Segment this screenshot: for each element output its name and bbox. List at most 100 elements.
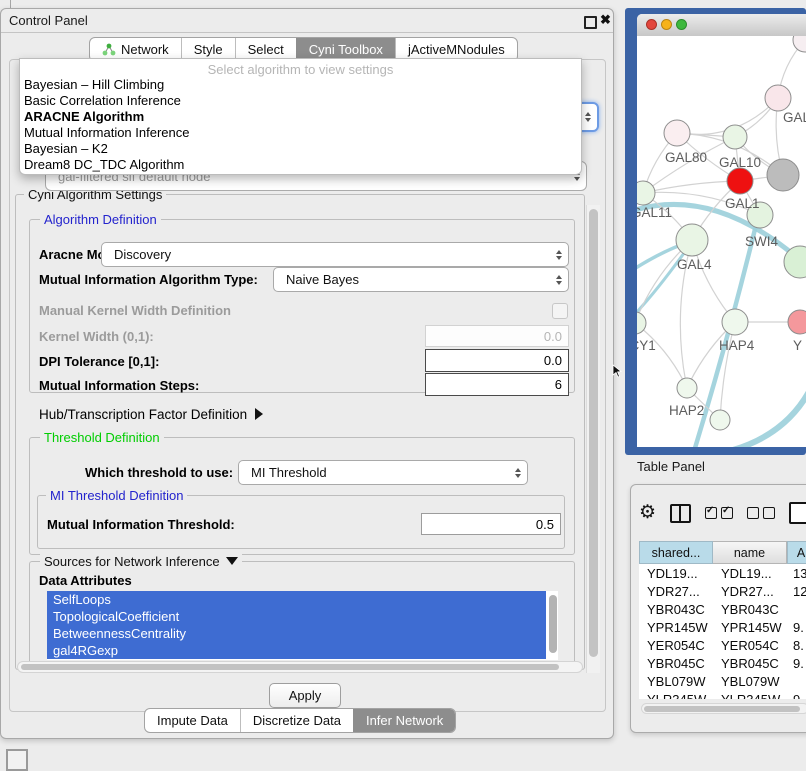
document-icon[interactable] (789, 502, 806, 524)
table-horizontal-scrollbar[interactable] (641, 703, 806, 714)
mi-threshold-field[interactable]: 0.5 (421, 513, 561, 535)
algorithm-option[interactable]: Bayesian – Hill Climbing (20, 77, 581, 93)
table-row[interactable]: YBL079WYBL079W (639, 672, 806, 690)
table-cell: YDL19... (713, 566, 787, 581)
gear-icon[interactable]: ⚙ (639, 503, 656, 523)
table-row[interactable]: YBR043CYBR043C (639, 600, 806, 618)
tab-impute-data[interactable]: Impute Data (145, 709, 240, 732)
algorithm-option[interactable]: Bayesian – K2 (20, 141, 581, 157)
column-header-shared-name[interactable]: shared... (639, 541, 713, 564)
table-toolbar: ⚙ (639, 501, 806, 525)
algorithm-option[interactable]: Dream8 DC_TDC Algorithm (20, 157, 581, 173)
tab-discretize-data[interactable]: Discretize Data (240, 709, 353, 732)
zoom-traffic-light-icon[interactable] (676, 19, 687, 30)
sources-group-title[interactable]: Sources for Network Inference (40, 554, 242, 569)
table-cell: YBL079W (713, 674, 787, 689)
network-node-label: GAL80 (665, 150, 707, 165)
table-row[interactable]: YDL19...YDL19...13 (639, 564, 806, 582)
column-header-partial[interactable]: A (787, 541, 806, 564)
attribute-item[interactable]: TopologicalCoefficient (47, 608, 546, 625)
settings-vertical-scrollbar[interactable] (586, 205, 600, 673)
kernel-width-field[interactable]: 0.0 (425, 325, 569, 347)
network-node-label: GCY1 (637, 338, 656, 353)
algorithm-option[interactable]: Mutual Information Inference (20, 125, 581, 141)
table-row[interactable]: YBR045CYBR045C9. (639, 654, 806, 672)
network-edge[interactable] (637, 323, 687, 388)
network-node[interactable] (723, 125, 747, 149)
tab-infer-network[interactable]: Infer Network (353, 709, 455, 732)
combo-stepper-icon (515, 468, 521, 478)
table-cell: YLR345W (639, 692, 713, 700)
dpi-tolerance-field[interactable]: 0.0 (425, 349, 569, 372)
table-cell: YER054C (639, 638, 713, 653)
which-threshold-label: Which threshold to use: (85, 465, 233, 480)
mi-type-label: Mutual Information Algorithm Type: (39, 272, 258, 287)
close-traffic-light-icon[interactable] (646, 19, 657, 30)
attribute-item[interactable]: BetweennessCentrality (47, 625, 546, 642)
network-window-titlebar[interactable] (637, 14, 806, 37)
aracne-mode-combo[interactable]: Discovery (101, 242, 569, 267)
group-title: MI Threshold Definition (46, 488, 187, 503)
network-node[interactable] (664, 120, 690, 146)
scrollbar-thumb[interactable] (644, 706, 800, 712)
table-cell: 8. (787, 638, 806, 653)
network-canvas[interactable]: GALGAL80GAL10GAL1GAL11SWI4GAL4GCY1HAP4YH… (637, 36, 806, 447)
scrollbar-thumb[interactable] (589, 209, 598, 657)
table-cell: YPR145W (713, 620, 787, 635)
hub-definition-toggle[interactable]: Hub/Transcription Factor Definition (39, 407, 263, 422)
algorithm-option-selected[interactable]: ARACNE Algorithm (20, 109, 581, 125)
network-node[interactable] (722, 309, 748, 335)
table-row[interactable]: YER054CYER054C8. (639, 636, 806, 654)
table-row[interactable]: YPR145WYPR145W9. (639, 618, 806, 636)
collapsed-arrow-icon (255, 408, 263, 420)
minimize-traffic-light-icon[interactable] (661, 19, 672, 30)
which-threshold-combo[interactable]: MI Threshold (238, 460, 528, 485)
table-body: YDL19...YDL19...13YDR27...YDR27...12YBR0… (639, 564, 806, 699)
bottom-tab-bar: Impute Data Discretize Data Infer Networ… (144, 708, 456, 733)
table-panel-window: ⚙ shared... name A YDL19...YDL19...13YDR… (630, 484, 806, 733)
minimized-panel-chip[interactable] (6, 749, 28, 771)
network-node[interactable] (793, 36, 806, 52)
dpi-tolerance-label: DPI Tolerance [0,1]: (39, 354, 159, 369)
checked-pair-icon[interactable] (705, 507, 733, 519)
network-node-label: GAL1 (725, 196, 760, 211)
attributes-list-scrollbar[interactable] (549, 595, 557, 653)
close-icon[interactable]: ✖ (600, 12, 611, 28)
table-panel-title: Table Panel (637, 459, 705, 474)
table-cell: YER054C (713, 638, 787, 653)
network-node[interactable] (637, 181, 655, 205)
settings-horizontal-scrollbar[interactable] (17, 661, 583, 673)
network-node[interactable] (727, 168, 753, 194)
table-row[interactable]: YDR27...YDR27...12 (639, 582, 806, 600)
columns-icon[interactable] (670, 504, 691, 523)
mi-type-combo[interactable]: Naive Bayes (273, 267, 569, 292)
apply-button[interactable]: Apply (269, 683, 341, 708)
network-node[interactable] (765, 85, 791, 111)
control-panel-window: Control Panel ✖ Network Style Select Cyn… (0, 8, 614, 739)
network-node[interactable] (677, 378, 697, 398)
kernel-width-label: Kernel Width (0,1): (39, 329, 154, 344)
table-cell: 9. (787, 656, 806, 671)
algorithm-option[interactable]: Basic Correlation Inference (20, 93, 581, 109)
network-node[interactable] (767, 159, 799, 191)
table-row[interactable]: YLR345WYLR345W9. (639, 690, 806, 699)
network-node[interactable] (710, 410, 730, 430)
manual-kernel-checkbox[interactable] (552, 303, 568, 319)
column-header-name[interactable]: name (713, 541, 787, 564)
float-icon[interactable] (584, 16, 597, 29)
network-window: GALGAL80GAL10GAL1GAL11SWI4GAL4GCY1HAP4YH… (637, 14, 806, 447)
network-node[interactable] (676, 224, 708, 256)
attribute-item[interactable]: SelfLoops (47, 591, 546, 608)
scrollbar-thumb[interactable] (21, 664, 559, 670)
network-node[interactable] (788, 310, 806, 334)
control-panel-titlebar[interactable]: Control Panel ✖ (1, 9, 613, 33)
network-edge-thick[interactable] (733, 388, 806, 447)
combo-stepper-icon (556, 275, 562, 285)
mi-steps-field[interactable]: 6 (425, 373, 569, 396)
combo-stepper-icon (556, 250, 562, 260)
data-attributes-list: SelfLoops TopologicalCoefficient Between… (47, 591, 558, 660)
attribute-item[interactable]: gal4RGexp (47, 642, 546, 659)
mi-steps-label: Mutual Information Steps: (39, 378, 199, 393)
unchecked-pair-icon[interactable] (747, 507, 775, 519)
algorithm-dropdown-overlay: Select algorithm to view settings Bayesi… (19, 58, 582, 175)
